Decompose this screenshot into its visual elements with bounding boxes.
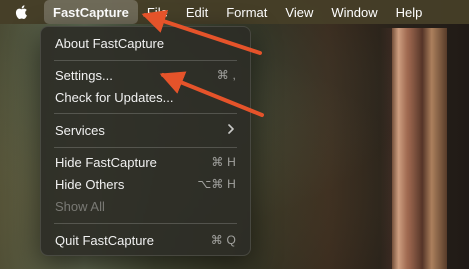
chevron-right-icon <box>226 123 236 138</box>
menu-item-settings[interactable]: Settings... ⌘ , <box>41 64 250 86</box>
apple-menu[interactable] <box>0 0 42 24</box>
menu-item-about[interactable]: About FastCapture <box>41 32 250 54</box>
menubar-item-help[interactable]: Help <box>387 0 432 24</box>
menubar-item-file[interactable]: File <box>138 0 177 24</box>
menu-item-quit[interactable]: Quit FastCapture ⌘ Q <box>41 229 250 251</box>
menu-item-shortcut: ⌘ , <box>216 68 236 82</box>
menu-item-label: Check for Updates... <box>55 89 174 105</box>
menu-item-shortcut: ⌘ H <box>211 155 236 169</box>
menu-item-label: Quit FastCapture <box>55 232 154 248</box>
tree-trunk-highlight <box>380 28 460 269</box>
menu-bar: FastCapture File Edit Format View Window… <box>0 0 469 24</box>
menu-item-label: Settings... <box>55 67 113 83</box>
menubar-item-format[interactable]: Format <box>217 0 276 24</box>
menu-separator <box>54 147 237 148</box>
menu-item-check-for-updates[interactable]: Check for Updates... <box>41 86 250 108</box>
menu-item-label: Hide Others <box>55 176 125 192</box>
menu-item-show-all: Show All <box>41 195 250 217</box>
menubar-item-view[interactable]: View <box>276 0 322 24</box>
menu-item-hide-others[interactable]: Hide Others ⌥⌘ H <box>41 173 250 195</box>
menu-item-label: Show All <box>55 198 105 214</box>
menubar-item-fastcapture[interactable]: FastCapture <box>44 0 138 24</box>
apple-logo-icon <box>14 4 28 20</box>
menu-item-label: Services <box>55 122 105 138</box>
menu-separator <box>54 113 237 114</box>
menu-separator <box>54 60 237 61</box>
menu-item-shortcut: ⌘ Q <box>210 233 236 247</box>
menu-item-shortcut: ⌥⌘ H <box>197 177 236 191</box>
menu-item-hide[interactable]: Hide FastCapture ⌘ H <box>41 151 250 173</box>
menubar-item-window[interactable]: Window <box>322 0 386 24</box>
menubar-item-edit[interactable]: Edit <box>177 0 217 24</box>
menu-item-services[interactable]: Services <box>41 119 250 141</box>
menu-item-label: Hide FastCapture <box>55 154 157 170</box>
menu-item-label: About FastCapture <box>55 35 165 51</box>
menu-separator <box>54 223 237 224</box>
app-menu-dropdown: About FastCapture Settings... ⌘ , Check … <box>40 26 251 256</box>
